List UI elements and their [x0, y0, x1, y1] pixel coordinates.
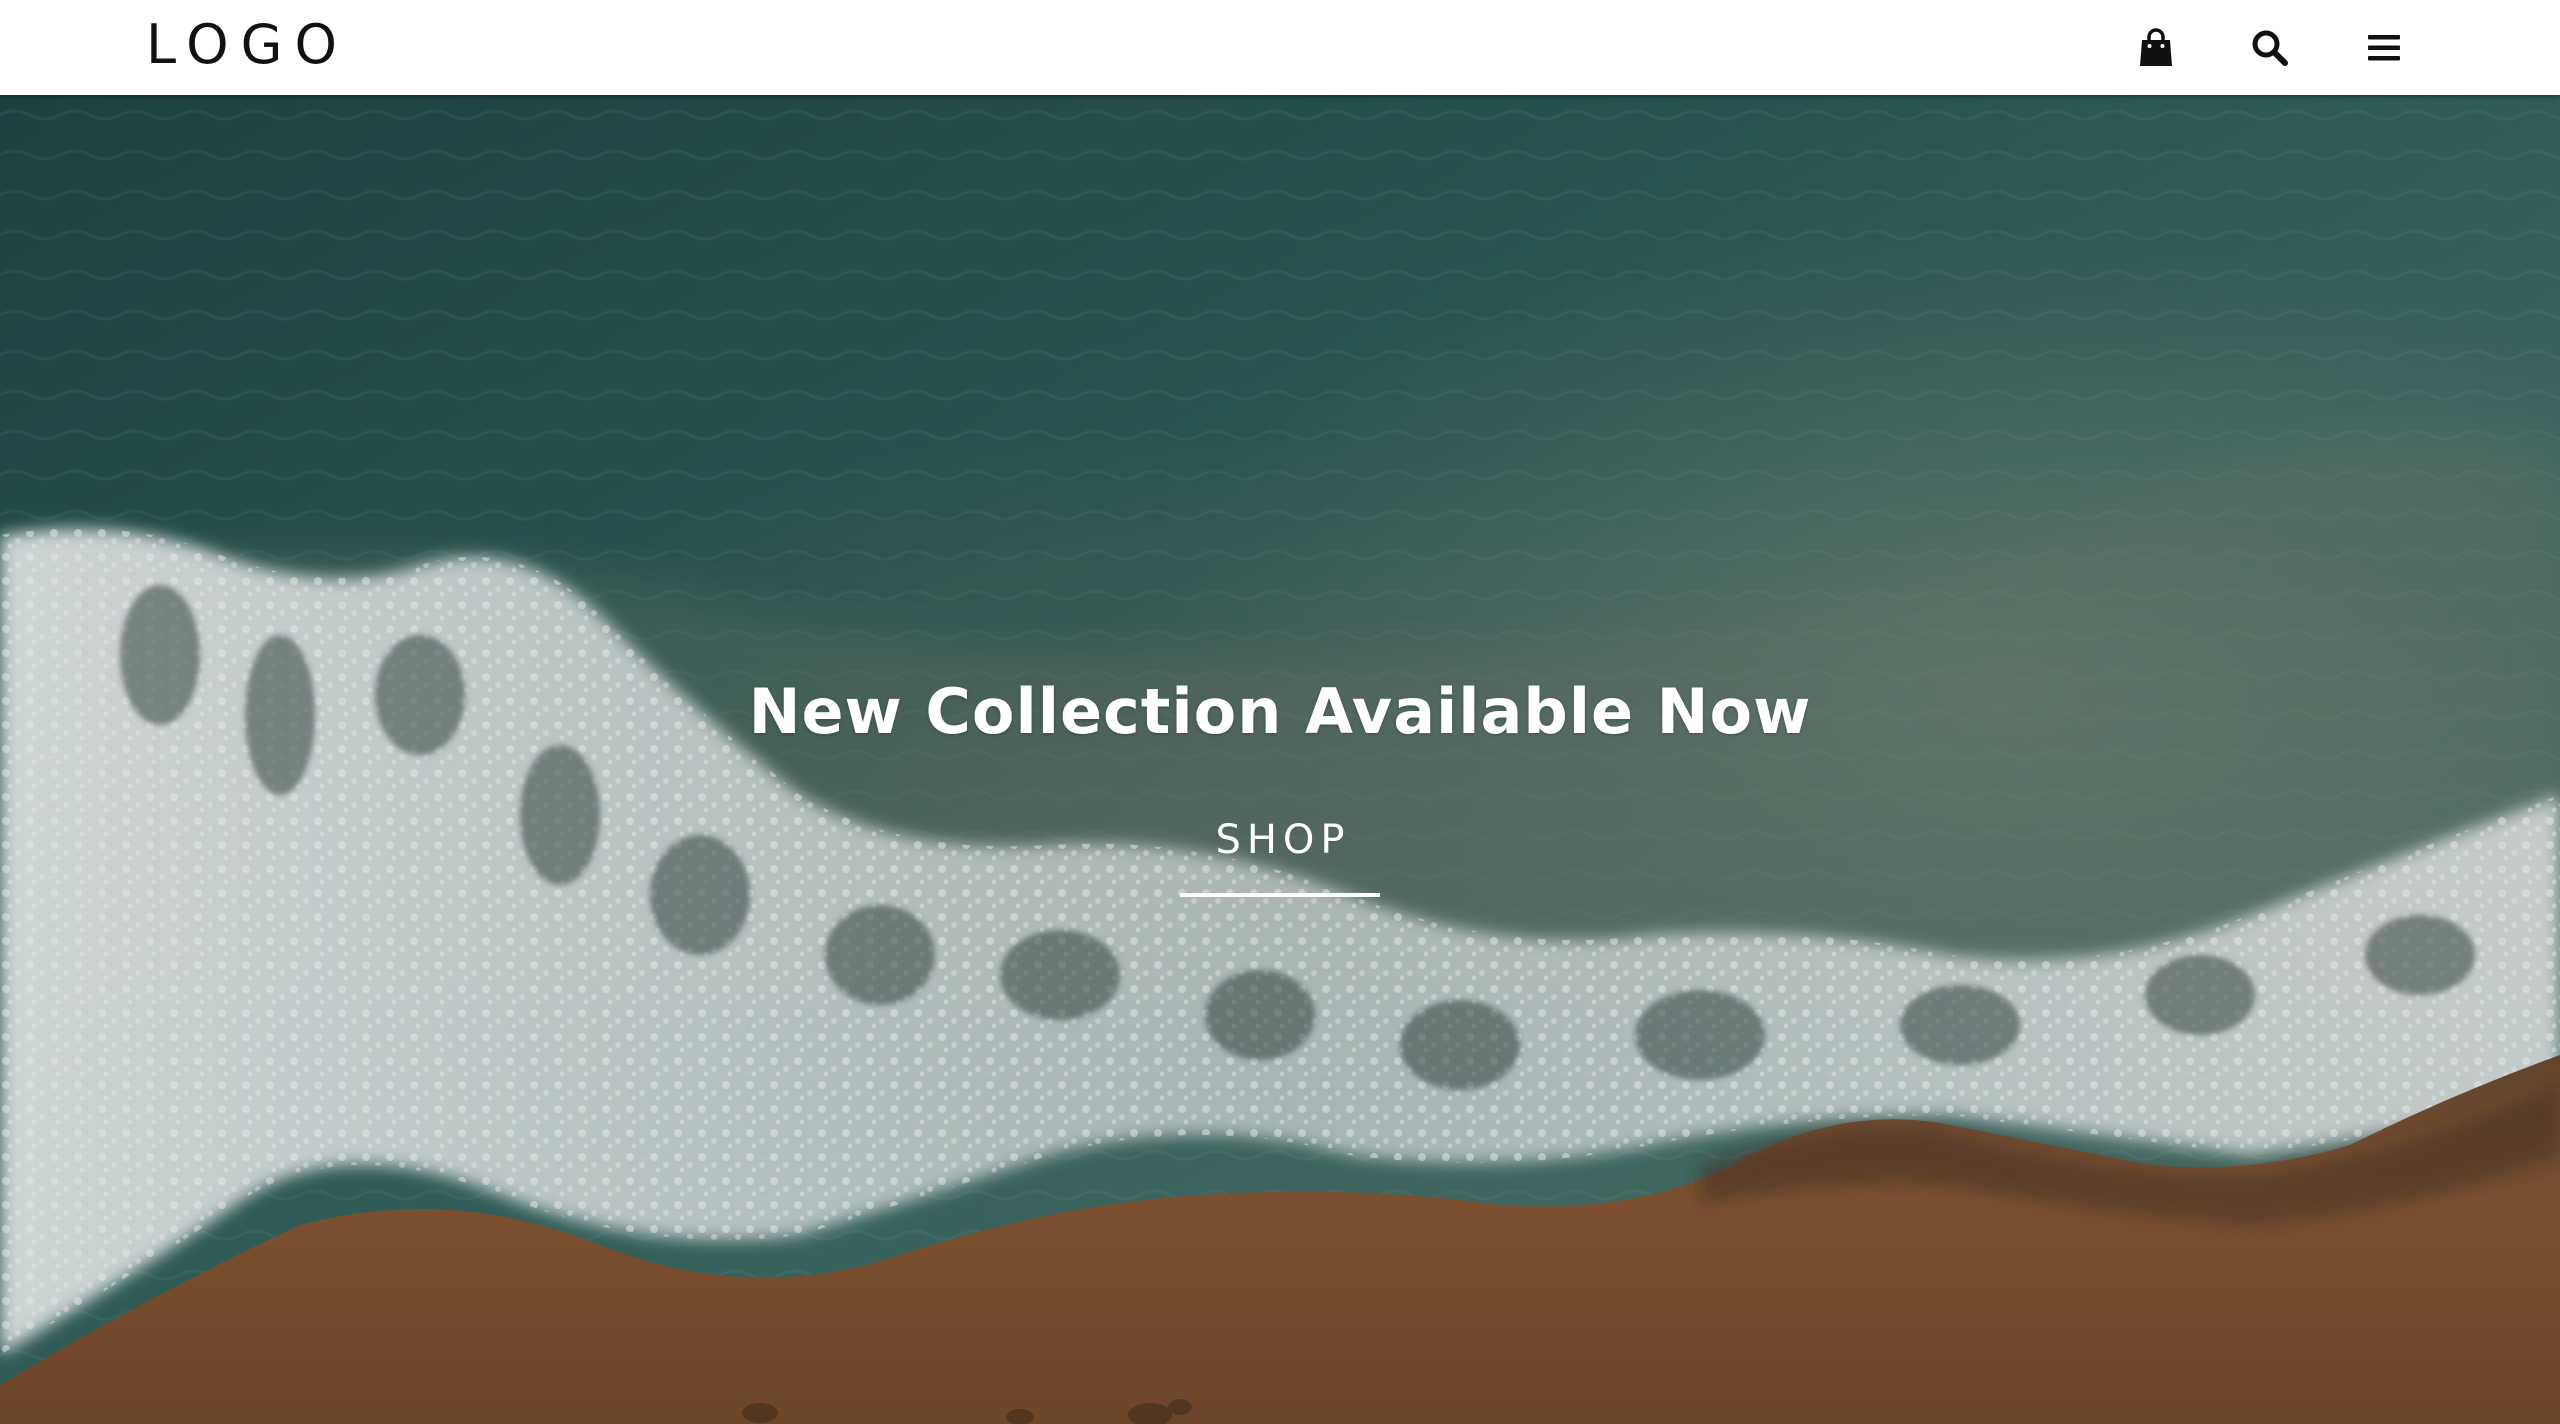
- hero-banner: New Collection Available Now SHOP: [0, 95, 2560, 1424]
- cart-button[interactable]: [2128, 20, 2184, 76]
- shop-underline: [1180, 893, 1380, 897]
- logo[interactable]: LOGO: [146, 14, 349, 76]
- site-header: LOGO: [0, 0, 2560, 95]
- menu-button[interactable]: [2356, 20, 2412, 76]
- hero-background-image: [0, 95, 2560, 1424]
- menu-icon: [2368, 35, 2400, 61]
- shop-button[interactable]: SHOP: [1180, 815, 1380, 897]
- hero-title: New Collection Available Now: [748, 675, 1812, 748]
- search-icon: [2252, 30, 2288, 66]
- page: LOGO New Collection Available Now SHOP: [0, 0, 2560, 1424]
- shop-button-label: SHOP: [1215, 817, 1351, 863]
- shopping-bag-icon: [2140, 28, 2172, 66]
- search-button[interactable]: [2242, 20, 2298, 76]
